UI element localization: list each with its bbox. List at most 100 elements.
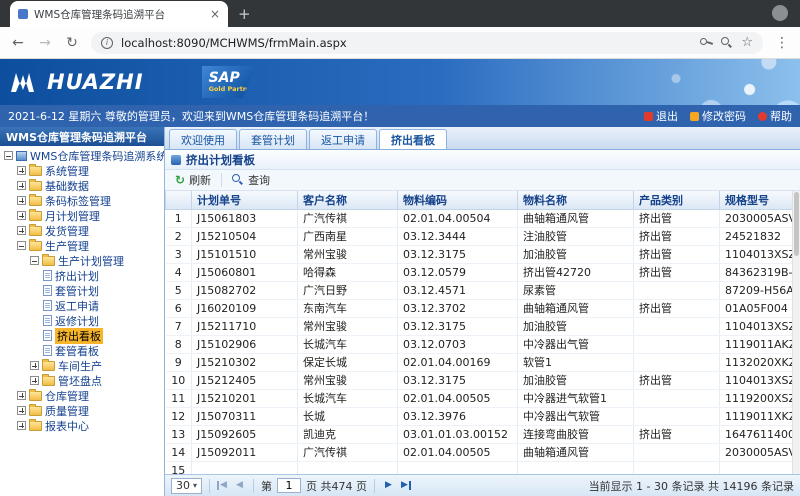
tree-item[interactable]: 系统管理 xyxy=(0,163,164,178)
table-cell: 注油胶管 xyxy=(518,227,634,245)
table-row[interactable]: 15 xyxy=(166,461,793,474)
table-cell xyxy=(634,443,720,461)
column-header[interactable]: 物料名称 xyxy=(518,191,634,209)
tab-2[interactable]: 套管计划 xyxy=(239,129,307,149)
tree-item[interactable]: 生产计划管理 xyxy=(0,253,164,268)
change-password-button[interactable]: 修改密码 xyxy=(690,108,746,124)
tree-item[interactable]: 报表中心 xyxy=(0,418,164,433)
tree-item[interactable]: 生产管理 xyxy=(0,238,164,253)
tree-item[interactable]: 套管计划 xyxy=(0,283,164,298)
column-header[interactable]: 物料编码 xyxy=(398,191,518,209)
tab-3[interactable]: 返工申请 xyxy=(309,129,377,149)
table-row[interactable]: 1J15061803广汽传祺02.01.04.00504曲轴箱通风管挤出管203… xyxy=(166,209,793,227)
column-header[interactable]: 规格型号 xyxy=(720,191,793,209)
table-row[interactable]: 2J15210504广西南星03.12.3444注油胶管挤出管24521832 xyxy=(166,227,793,245)
prev-page-button[interactable]: ◀ xyxy=(233,481,246,490)
collapse-icon[interactable] xyxy=(30,256,39,265)
tree-item[interactable]: WMS仓库管理条码追溯系统 xyxy=(0,148,164,163)
table-row[interactable]: 4J15060801哈得森03.12.0579挤出管42720挤出管843623… xyxy=(166,263,793,281)
tree-item[interactable]: 套管看板 xyxy=(0,343,164,358)
row-index-cell: 2 xyxy=(166,227,192,245)
tree-item[interactable]: 质量管理 xyxy=(0,403,164,418)
tree-item[interactable]: 月计划管理 xyxy=(0,208,164,223)
refresh-icon: ↻ xyxy=(175,174,185,186)
column-header[interactable]: 产品类别 xyxy=(634,191,720,209)
expand-icon[interactable] xyxy=(17,226,26,235)
table-row[interactable]: 8J15102906长城汽车03.12.0703中冷器出气管1119011AKZ xyxy=(166,335,793,353)
tree-item[interactable]: 基础数据 xyxy=(0,178,164,193)
expand-icon[interactable] xyxy=(30,376,39,385)
collapse-icon[interactable] xyxy=(4,151,13,160)
column-header[interactable]: 计划单号 xyxy=(192,191,298,209)
info-icon[interactable]: i xyxy=(101,37,113,49)
page-size-select[interactable]: 30 ▾ xyxy=(171,478,202,494)
table-cell: 东南汽车 xyxy=(298,299,398,317)
refresh-button[interactable]: ↻ 刷新 xyxy=(171,171,215,189)
expand-icon[interactable] xyxy=(17,181,26,190)
tab-favicon-icon xyxy=(18,9,28,19)
table-row[interactable]: 6J16020109东南汽车03.12.3702曲轴箱通风管挤出管01A05F0… xyxy=(166,299,793,317)
table-row[interactable]: 11J15210201长城汽车02.01.04.00505中冷器进气软管1111… xyxy=(166,389,793,407)
table-row[interactable]: 3J15101510常州宝骏03.12.3175加油胶管挤出管1104013XS… xyxy=(166,245,793,263)
table-row[interactable]: 9J15210302保定长城02.01.04.00169软管11132020XK… xyxy=(166,353,793,371)
back-icon[interactable]: ← xyxy=(10,36,26,50)
query-button[interactable]: 查询 xyxy=(228,171,274,189)
tree-item[interactable]: 返工申请 xyxy=(0,298,164,313)
table-row[interactable]: 14J15092011广汽传祺02.01.04.00505曲轴箱通风管20300… xyxy=(166,443,793,461)
address-bar[interactable]: i localhost:8090/MCHWMS/frmMain.aspx ☆ xyxy=(91,32,763,54)
table-cell: 02.01.04.00505 xyxy=(398,443,518,461)
logout-button[interactable]: 退出 xyxy=(644,108,678,124)
table-row[interactable]: 13J15092605凯迪克03.01.01.03.00152连接弯曲胶管挤出管… xyxy=(166,425,793,443)
table-cell: 中冷器出气管 xyxy=(518,335,634,353)
pagination-divider xyxy=(374,479,375,493)
help-button[interactable]: 帮助 xyxy=(758,108,792,124)
expand-icon[interactable] xyxy=(17,166,26,175)
tree-item[interactable]: 管坯盘点 xyxy=(0,373,164,388)
help-icon xyxy=(758,112,767,121)
table-cell: 软管1 xyxy=(518,353,634,371)
tree-item[interactable]: 挤出计划 xyxy=(0,268,164,283)
table-row[interactable]: 7J15211710常州宝骏03.12.3175加油胶管1104013XSZC xyxy=(166,317,793,335)
collapse-icon[interactable] xyxy=(17,241,26,250)
new-tab-button[interactable]: + xyxy=(238,7,251,22)
browser-tab[interactable]: WMS仓库管理条码追溯平台 × xyxy=(10,1,228,27)
next-page-button[interactable]: ▶ xyxy=(382,481,395,490)
key-icon[interactable] xyxy=(700,36,713,49)
tree-item[interactable]: 车间生产 xyxy=(0,358,164,373)
reload-icon[interactable]: ↻ xyxy=(64,36,80,50)
tree-item[interactable]: 仓库管理 xyxy=(0,388,164,403)
document-icon xyxy=(43,285,52,296)
expand-icon[interactable] xyxy=(17,196,26,205)
tree-item[interactable]: 返修计划 xyxy=(0,313,164,328)
tree-item[interactable]: 挤出看板 xyxy=(0,328,164,343)
last-page-button[interactable]: ▶ xyxy=(400,481,411,490)
expand-icon[interactable] xyxy=(17,211,26,220)
vertical-scrollbar[interactable] xyxy=(792,191,800,474)
page-number-input[interactable] xyxy=(277,478,301,493)
bookmark-star-icon[interactable]: ☆ xyxy=(741,36,753,49)
tree-item[interactable]: 发货管理 xyxy=(0,223,164,238)
document-icon xyxy=(43,300,52,311)
tree-item[interactable]: 条码标签管理 xyxy=(0,193,164,208)
table-cell xyxy=(634,335,720,353)
table-row[interactable]: 10J15212405常州宝骏03.12.3175加油胶管挤出管1104013X… xyxy=(166,371,793,389)
expand-icon[interactable] xyxy=(17,391,26,400)
tab-4[interactable]: 挤出看板 xyxy=(379,129,447,149)
document-icon xyxy=(43,330,52,341)
expand-icon[interactable] xyxy=(30,361,39,370)
table-row[interactable]: 5J15082702广汽日野03.12.4571尿素管87209-H56A xyxy=(166,281,793,299)
expand-icon[interactable] xyxy=(17,421,26,430)
folder-icon xyxy=(29,241,42,251)
tab-close-icon[interactable]: × xyxy=(210,8,220,20)
forward-icon[interactable]: → xyxy=(37,36,53,50)
tab-1[interactable]: 欢迎使用 xyxy=(169,129,237,149)
column-header[interactable]: 客户名称 xyxy=(298,191,398,209)
scrollbar-thumb[interactable] xyxy=(794,192,799,256)
first-page-button[interactable]: ◀ xyxy=(217,481,228,490)
row-index-cell: 9 xyxy=(166,353,192,371)
menu-dots-icon[interactable]: ⋮ xyxy=(774,36,790,50)
expand-icon[interactable] xyxy=(17,406,26,415)
table-row[interactable]: 12J15070311长城03.12.3976中冷器出气软管1119011XKZ xyxy=(166,407,793,425)
profile-avatar[interactable] xyxy=(772,5,788,21)
zoom-search-icon[interactable] xyxy=(721,37,733,49)
